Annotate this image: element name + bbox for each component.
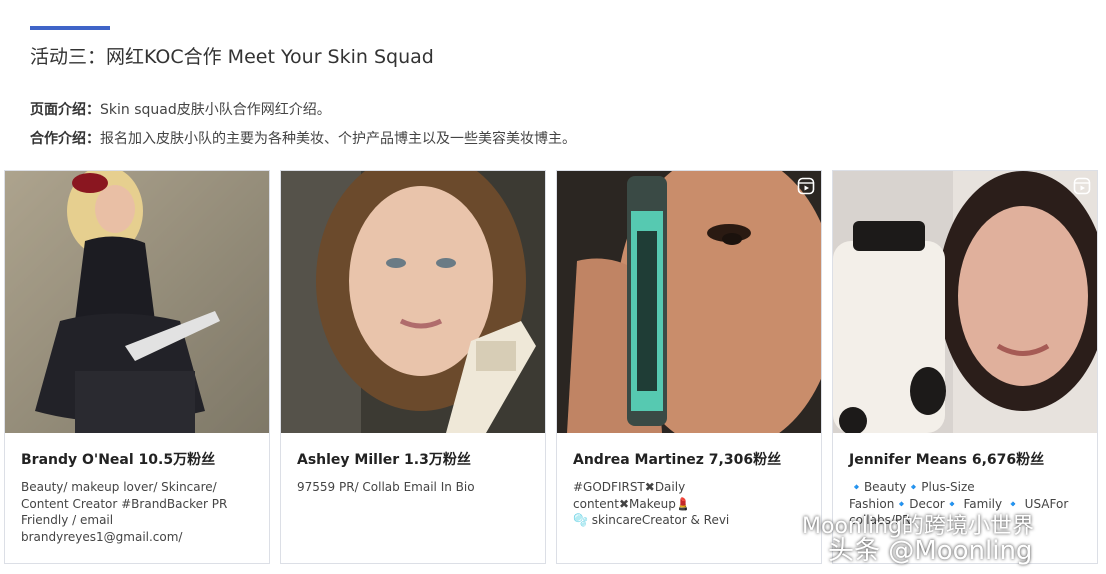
influencer-bio: Beauty/ makeup lover/ Skincare/ Content … bbox=[21, 480, 228, 544]
influencer-photo bbox=[557, 171, 821, 433]
page-intro-label: 页面介绍： bbox=[30, 102, 100, 118]
coop-intro: 合作介绍：报名加入皮肤小队的主要为各种美妆、个护产品博主以及一些美容美妆博主。 bbox=[30, 128, 576, 148]
influencer-bio: 97559 PR/ Collab Email In Bio bbox=[297, 480, 475, 494]
wechat-logo-icon bbox=[759, 510, 796, 539]
influencer-photo bbox=[5, 171, 269, 433]
influencer-name: Ashley Miller 1.3万粉丝 bbox=[297, 452, 471, 468]
influencer-name: Brandy O'Neal 10.5万粉丝 bbox=[21, 452, 216, 468]
influencer-photo bbox=[833, 171, 1097, 433]
watermark: Moonling的跨境小世界 头条 @Moonling bbox=[758, 500, 1088, 566]
influencer-name: Andrea Martinez 7,306粉丝 bbox=[573, 452, 782, 468]
watermark-handle: 头条 @Moonling bbox=[828, 536, 1033, 566]
page-intro-text: Skin squad皮肤小队合作网红介绍。 bbox=[100, 102, 331, 118]
influencer-photo bbox=[281, 171, 545, 433]
reels-icon bbox=[797, 177, 815, 195]
influencer-name: Jennifer Means 6,676粉丝 bbox=[849, 452, 1045, 468]
influencer-card[interactable]: Ashley Miller 1.3万粉丝 97559 PR/ Collab Em… bbox=[280, 170, 546, 564]
influencer-card[interactable]: Brandy O'Neal 10.5万粉丝 Beauty/ makeup lov… bbox=[4, 170, 270, 564]
section-title: 活动三：网红KOC合作 Meet Your Skin Squad bbox=[30, 46, 434, 68]
coop-intro-label: 合作介绍： bbox=[30, 131, 100, 147]
coop-intro-text: 报名加入皮肤小队的主要为各种美妆、个护产品博主以及一些美容美妆博主。 bbox=[100, 131, 576, 147]
page-intro: 页面介绍：Skin squad皮肤小队合作网红介绍。 bbox=[30, 99, 331, 119]
section-accent-bar bbox=[30, 26, 110, 30]
reels-icon bbox=[1073, 177, 1091, 195]
